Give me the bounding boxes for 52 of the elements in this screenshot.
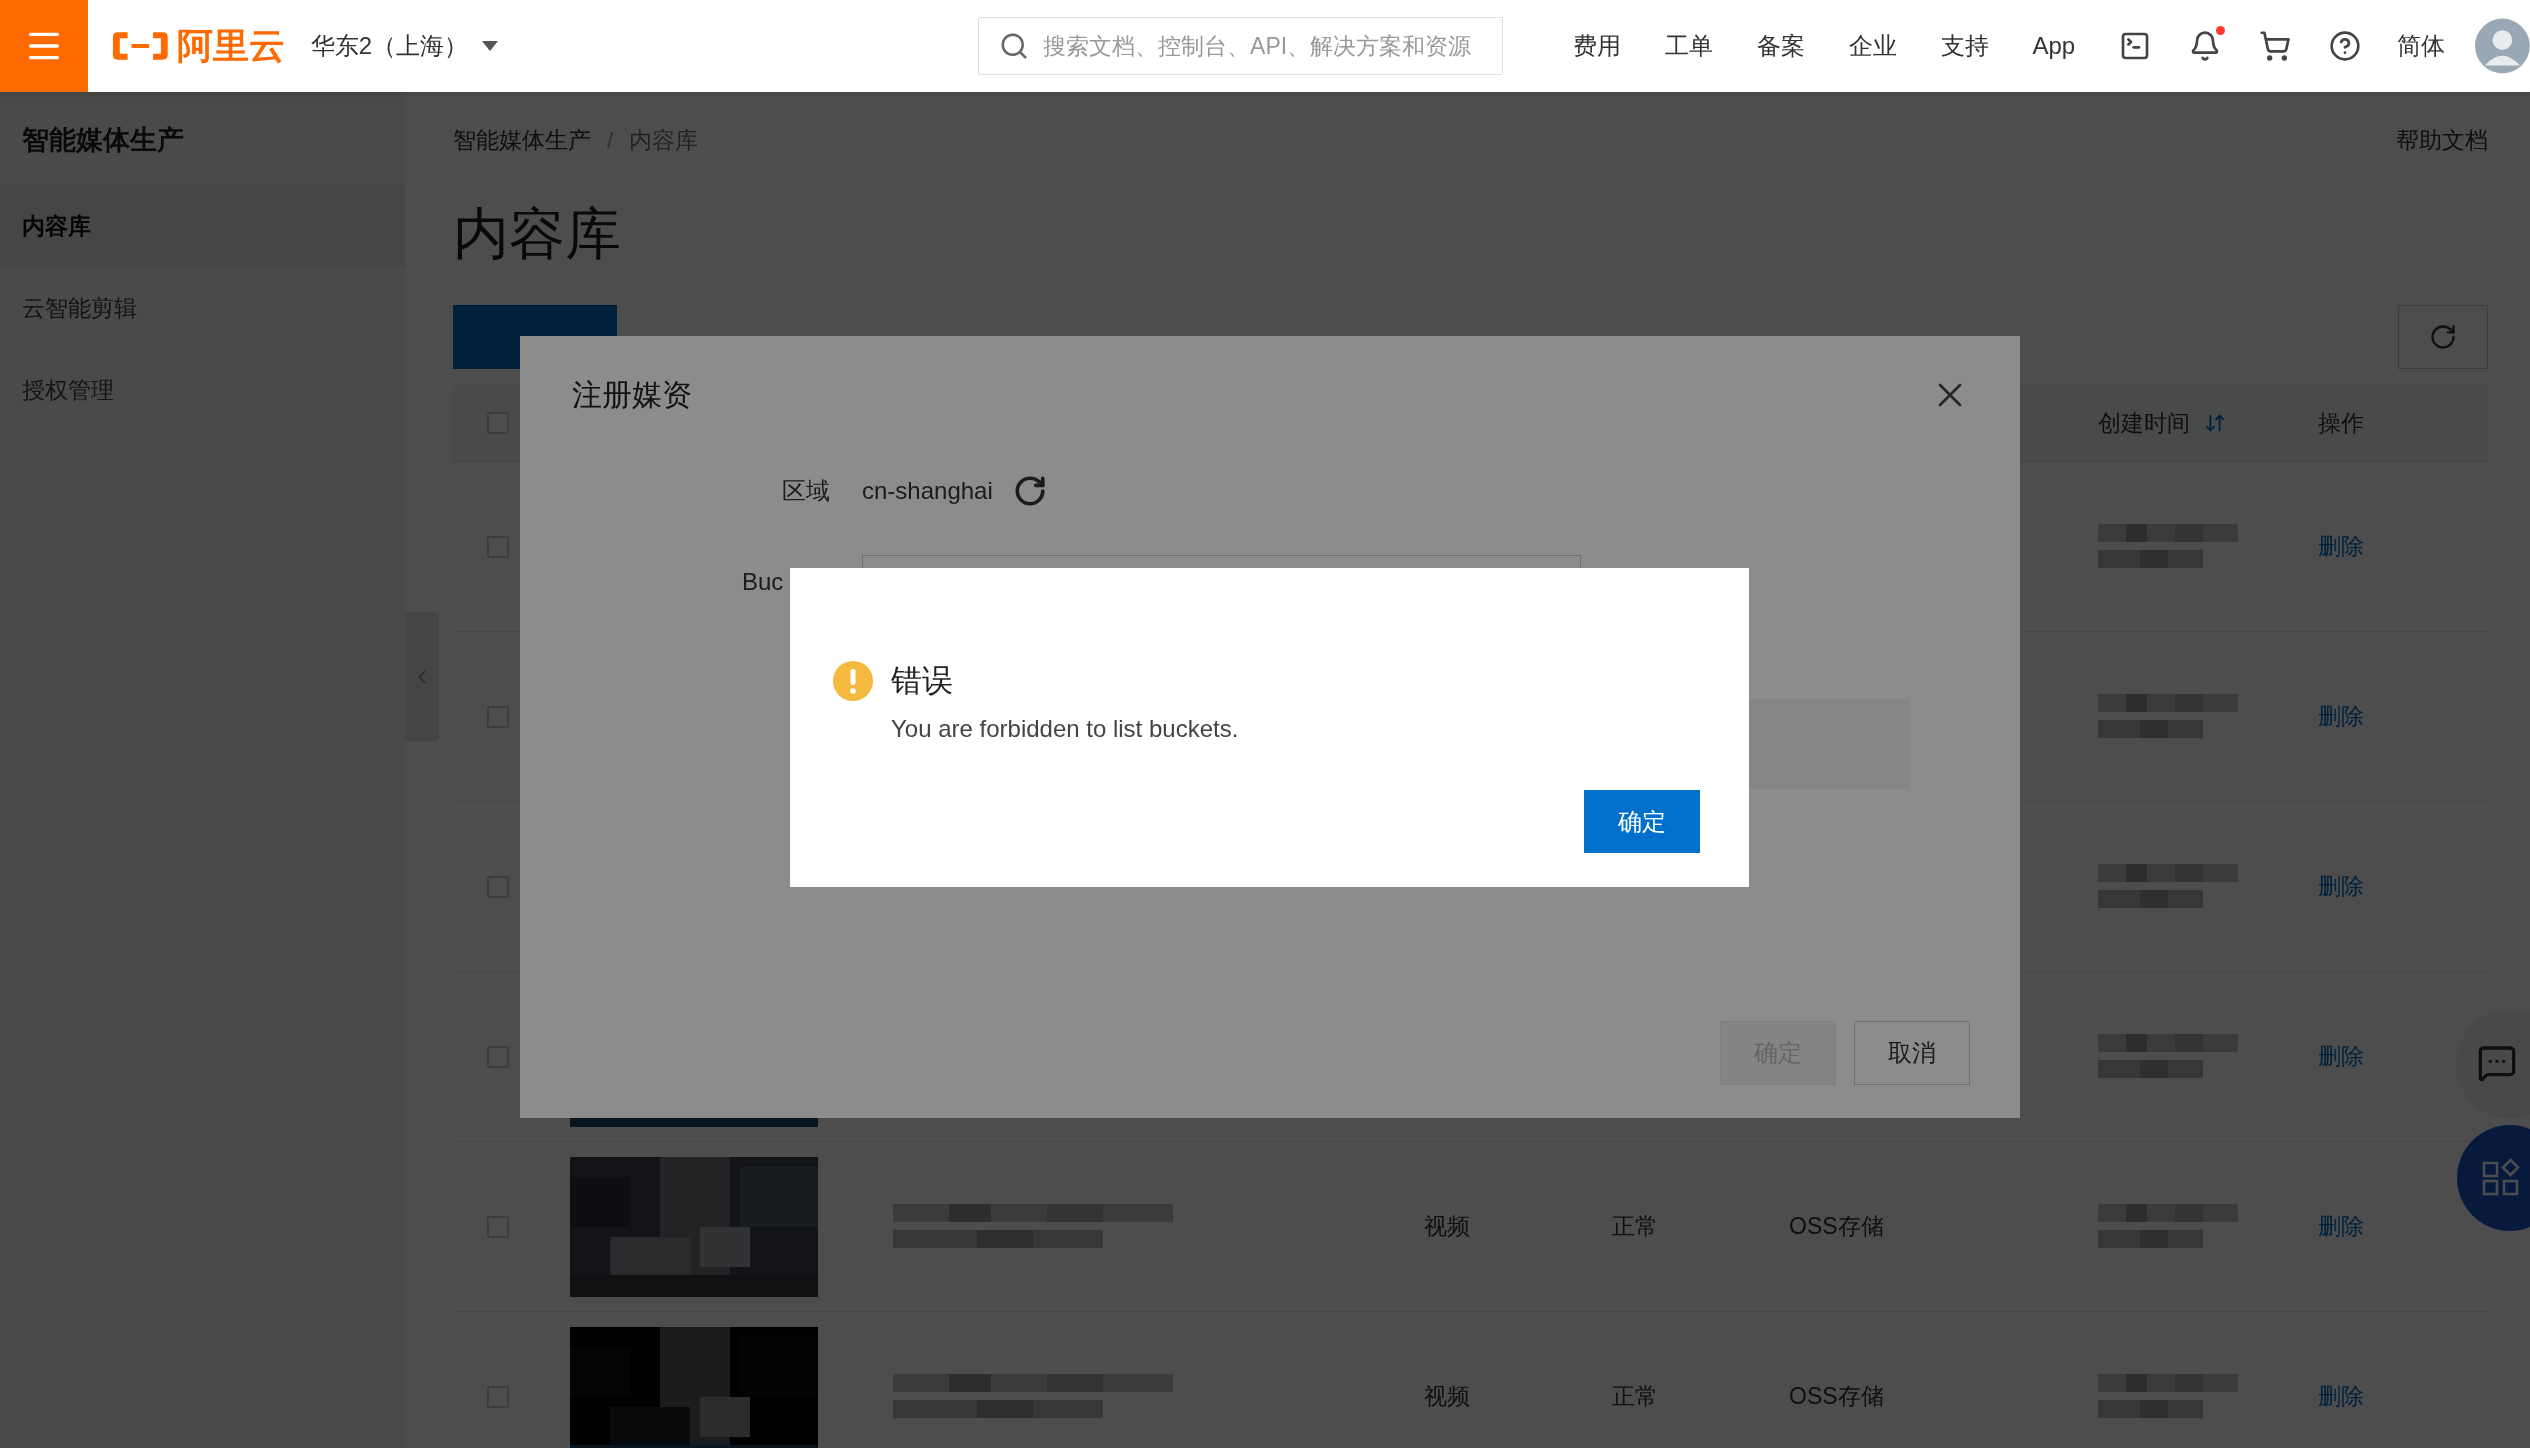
delete-link[interactable]: 删除 — [2318, 1043, 2364, 1070]
sort-icon[interactable] — [2204, 412, 2226, 434]
language-link[interactable]: 简体 — [2397, 28, 2446, 64]
help-docs-link[interactable]: 帮助文档 — [2396, 122, 2488, 158]
delete-link[interactable]: 删除 — [2318, 873, 2364, 900]
error-title: 错误 — [891, 662, 953, 700]
delete-link[interactable]: 删除 — [2318, 1383, 2364, 1410]
table-cell: 正常 — [1612, 1383, 1658, 1410]
chat-icon — [2477, 1043, 2517, 1083]
dialog-button[interactable]: 取消 — [1854, 1021, 1970, 1085]
error-message: You are forbidden to list buckets. — [891, 713, 1240, 744]
breadcrumb-item[interactable]: 智能媒体生产 — [453, 122, 591, 158]
avatar[interactable] — [2475, 18, 2530, 74]
refresh-button[interactable] — [2398, 305, 2488, 369]
table-cell: 视频 — [1424, 1213, 1470, 1240]
delete-link[interactable]: 删除 — [2318, 533, 2364, 560]
warning-icon — [833, 661, 873, 702]
nav-link[interactable]: 企业 — [1848, 28, 1897, 64]
delete-link[interactable]: 删除 — [2318, 703, 2364, 730]
refresh-icon[interactable] — [1012, 474, 1047, 508]
region-value: cn-shanghai — [862, 476, 993, 506]
breadcrumb-separator: / — [607, 126, 614, 155]
column-header: 操作 — [2318, 408, 2364, 438]
nav-link[interactable]: 备案 — [1756, 28, 1805, 64]
sidebar-title: 智能媒体生产 — [21, 124, 185, 157]
nav-link[interactable]: 工单 — [1664, 28, 1713, 64]
page-title: 内容库 — [453, 201, 622, 267]
nav-link[interactable]: 费用 — [1572, 28, 1621, 64]
caret-icon — [482, 41, 499, 51]
field-label: 区域 — [781, 476, 830, 506]
apps-icon — [2481, 1158, 2521, 1198]
confirm-button[interactable]: 确定 — [1584, 790, 1700, 853]
refresh-icon — [2429, 323, 2457, 351]
table-cell: OSS存储 — [1789, 1213, 1884, 1240]
column-header: 创建时间 — [2098, 408, 2190, 438]
search-field[interactable]: 搜索文档、控制台、API、解决方案和资源 — [978, 17, 1503, 75]
table-cell: 视频 — [1424, 1383, 1470, 1410]
logo-icon — [110, 29, 171, 63]
dialog-title: 注册媒资 — [572, 377, 692, 413]
help-icon[interactable] — [2329, 30, 2362, 62]
table-cell: OSS存储 — [1789, 1383, 1884, 1410]
cart-icon[interactable] — [2259, 30, 2292, 62]
nav-link[interactable]: App — [2032, 28, 2076, 64]
brand-name: 阿里云 — [176, 24, 285, 68]
region-selector[interactable]: 华东2（上海） — [310, 28, 499, 64]
field-label: Buc — [741, 567, 785, 597]
delete-link[interactable]: 删除 — [2318, 1213, 2364, 1240]
table-cell: 正常 — [1612, 1213, 1658, 1240]
sidebar-item[interactable]: 内容库 — [0, 185, 405, 267]
nav-link[interactable]: 支持 — [1940, 28, 1989, 64]
collapse-handle[interactable] — [405, 612, 439, 742]
menu-button[interactable] — [0, 0, 89, 92]
